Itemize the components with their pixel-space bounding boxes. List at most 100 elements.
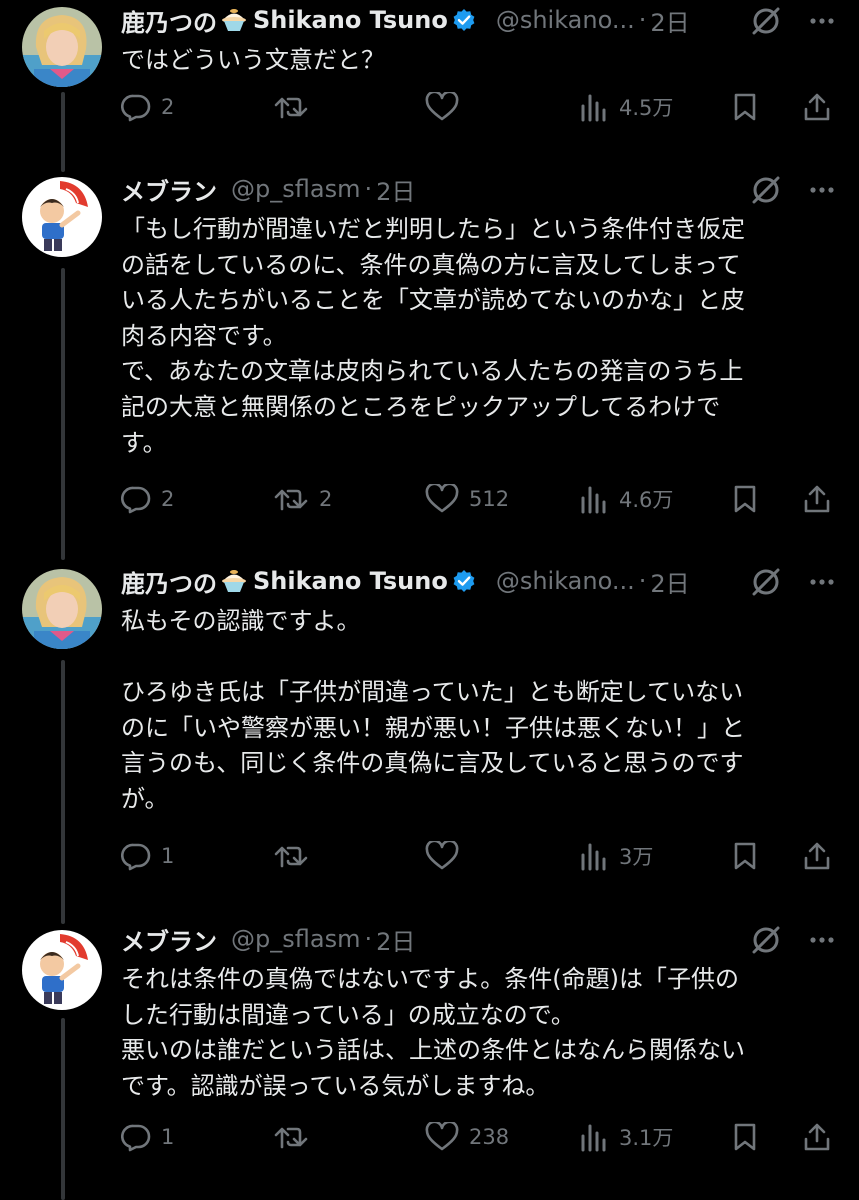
separator-dot: · [364,175,373,203]
timestamp[interactable]: 2日 [650,3,689,38]
retweet-button[interactable]: 2 [273,479,332,519]
like-count: 512 [469,487,510,511]
reply-button[interactable]: 1 [121,1117,174,1157]
tweet-actions: 2 2 512 4.6万 [121,479,837,519]
tweet-actions: 1 238 3.1万 [121,1117,837,1157]
tweet-actions: 2 4.5万 [121,87,837,127]
retweet-icon [273,1122,309,1152]
tweet[interactable]: メブラン @p_sflasm · 2日 それは条件の真偽ではないですよ。条件(命… [0,919,859,1200]
share-button[interactable] [802,836,832,876]
views-button[interactable]: 4.5万 [579,87,673,127]
like-button[interactable]: 512 [425,479,509,519]
tweet-header: メブラン @p_sflasm · 2日 [121,169,415,209]
more-options-icon[interactable] [807,6,837,36]
reply-count: 2 [161,487,175,511]
retweet-button[interactable] [273,836,319,876]
avatar-meburan[interactable] [22,177,102,257]
bookmark-icon [730,841,760,871]
tweet-text: それは条件の真偽ではないですよ。条件(命題)は「子供の した行動は間違っている」… [121,965,745,1100]
tweet[interactable]: 鹿乃つの Shikano Tsuno @shikano... · 2日 [0,0,859,170]
reply-button[interactable]: 1 [121,836,174,876]
more-options-icon[interactable] [807,925,837,955]
views-button[interactable]: 4.6万 [579,479,673,519]
analytics-icon [579,92,609,122]
reply-icon [121,92,151,122]
like-button[interactable] [425,87,469,127]
retweet-button[interactable] [273,1117,319,1157]
bookmark-button[interactable] [730,87,760,127]
timestamp[interactable]: 2日 [650,564,689,599]
separator-dot: · [638,567,647,595]
more-options-icon[interactable] [807,175,837,205]
like-button[interactable] [425,836,469,876]
analytics-icon [579,484,609,514]
bookmark-button[interactable] [730,836,760,876]
reply-icon [121,1122,151,1152]
share-button[interactable] [802,87,832,127]
reply-count: 1 [161,1125,175,1149]
avatar-shikano[interactable] [22,569,102,649]
shaved-ice-icon [219,5,249,35]
bookmark-icon [730,1122,760,1152]
reply-icon [121,484,151,514]
shaved-ice-icon [219,566,249,596]
avatar-shikano[interactable] [22,7,102,87]
tweet-header: 鹿乃つの Shikano Tsuno @shikano... · 2日 [121,561,690,601]
author-handle[interactable]: @p_sflasm [231,925,360,953]
heart-icon [425,1122,459,1152]
tweet-actions: 1 3万 [121,836,837,876]
views-button[interactable]: 3万 [579,836,653,876]
reply-count: 2 [161,95,175,119]
tweet-top-right [749,173,837,207]
bookmark-button[interactable] [730,479,760,519]
author-name[interactable]: 鹿乃つの [121,3,217,38]
like-button[interactable]: 238 [425,1117,509,1157]
bookmark-button[interactable] [730,1117,760,1157]
tweet-header: 鹿乃つの Shikano Tsuno @shikano... · 2日 [121,0,690,40]
verified-badge-icon [452,569,476,593]
share-button[interactable] [802,479,832,519]
view-count: 4.6万 [619,488,674,512]
tweet-top-right [749,4,837,38]
timestamp[interactable]: 2日 [376,922,415,957]
share-icon [802,841,832,871]
tweet-text: ではどういう文意だと？ [121,46,385,74]
heart-icon [425,484,459,514]
author-name[interactable]: メブラン [121,172,217,207]
reply-count: 1 [161,844,175,868]
reply-button[interactable]: 2 [121,479,174,519]
author-handle[interactable]: @p_sflasm [231,175,360,203]
reply-button[interactable]: 2 [121,87,174,127]
tweet[interactable]: 鹿乃つの Shikano Tsuno @shikano... · 2日 [0,561,859,918]
heart-icon [425,841,459,871]
author-handle[interactable]: @shikano... [496,6,635,34]
heart-icon [425,92,459,122]
grok-icon[interactable] [749,4,783,38]
bookmark-icon [730,484,760,514]
reply-icon [121,841,151,871]
separator-dot: · [364,925,373,953]
author-name[interactable]: 鹿乃つの [121,564,217,599]
grok-icon[interactable] [749,923,783,957]
tweet[interactable]: メブラン @p_sflasm · 2日 「もし行動が間違いだと判明したら」という… [0,169,859,559]
avatar-meburan[interactable] [22,930,102,1010]
author-name-latin[interactable]: Shikano Tsuno [253,6,448,34]
author-handle[interactable]: @shikano... [496,567,635,595]
more-options-icon[interactable] [807,567,837,597]
retweet-count: 2 [319,487,333,511]
separator-dot: · [638,6,647,34]
share-button[interactable] [802,1117,832,1157]
grok-icon[interactable] [749,173,783,207]
grok-icon[interactable] [749,565,783,599]
author-name[interactable]: メブラン [121,922,217,957]
retweet-icon [273,92,309,122]
retweet-button[interactable] [273,87,319,127]
retweet-icon [273,841,309,871]
tweet-top-right [749,565,837,599]
views-button[interactable]: 3.1万 [579,1117,673,1157]
analytics-icon [579,1122,609,1152]
tweet-header: メブラン @p_sflasm · 2日 [121,919,415,959]
timestamp[interactable]: 2日 [376,172,415,207]
verified-badge-icon [452,8,476,32]
author-name-latin[interactable]: Shikano Tsuno [253,567,448,595]
